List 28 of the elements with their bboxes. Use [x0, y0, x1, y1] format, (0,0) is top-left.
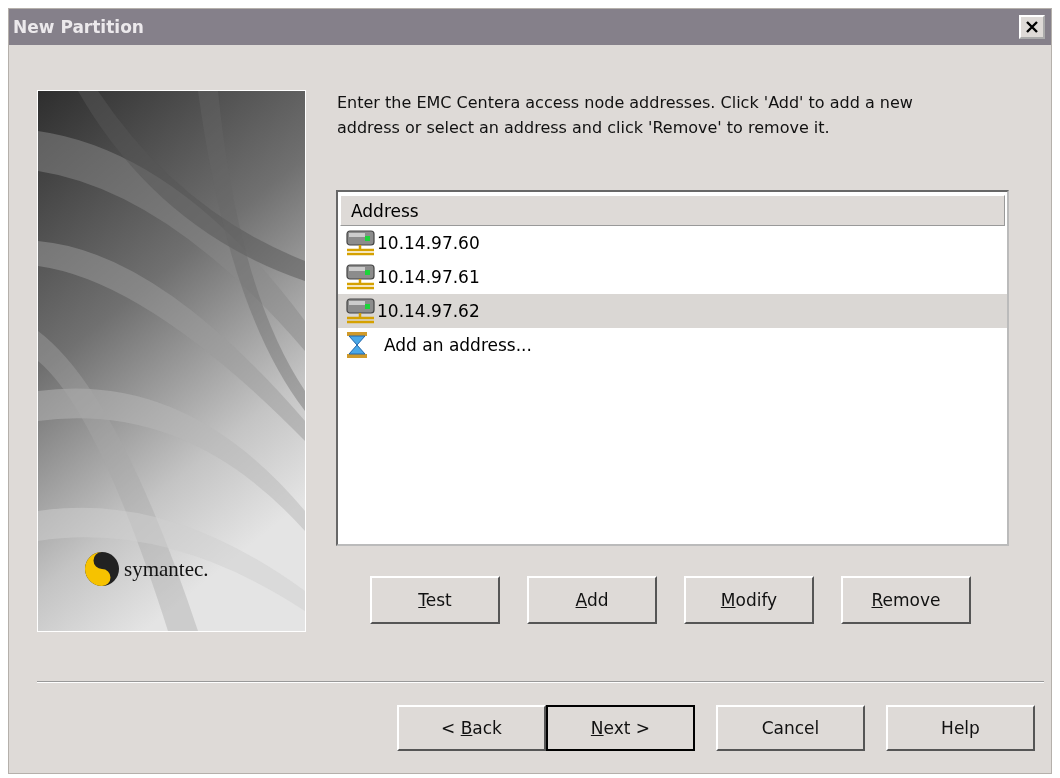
server-icon: [346, 298, 376, 324]
wizard-button[interactable]: Next >: [546, 705, 695, 751]
window-title: New Partition: [13, 17, 144, 37]
wizard-button[interactable]: Cancel: [716, 705, 865, 751]
list-action-button[interactable]: Test: [370, 576, 500, 624]
address-text: 10.14.97.61: [377, 267, 480, 287]
list-action-button[interactable]: Remove: [841, 576, 971, 624]
close-icon: [1025, 21, 1039, 33]
list-row[interactable]: 10.14.97.61: [338, 260, 1007, 294]
list-row[interactable]: 10.14.97.60: [338, 226, 1007, 260]
close-button[interactable]: [1019, 15, 1045, 39]
address-list[interactable]: Address 10.14.97.60 10.14.97.61 10.14.97.62 Add an address...: [336, 190, 1009, 546]
list-action-button[interactable]: Add: [527, 576, 657, 624]
wizard-button[interactable]: Help: [886, 705, 1035, 751]
hourglass-icon: [346, 331, 368, 359]
add-address-text: Add an address...: [384, 335, 532, 355]
list-row[interactable]: 10.14.97.62: [338, 294, 1007, 328]
server-icon: [346, 264, 376, 290]
column-header[interactable]: Address: [340, 195, 1005, 226]
instructions-text: Enter the EMC Centera access node addresses. Click 'Add' to add a new address or select an address and click 'Remove' to remove it.: [337, 92, 914, 139]
address-text: 10.14.97.62: [377, 301, 480, 321]
server-icon: [346, 230, 376, 256]
list-action-button[interactable]: Modify: [684, 576, 814, 624]
address-text: 10.14.97.60: [377, 233, 480, 253]
logo-text: symantec.: [124, 556, 209, 582]
wizard-button[interactable]: < Back: [397, 705, 546, 751]
logo-icon: [84, 551, 120, 587]
list-row[interactable]: Add an address...: [338, 328, 1007, 362]
